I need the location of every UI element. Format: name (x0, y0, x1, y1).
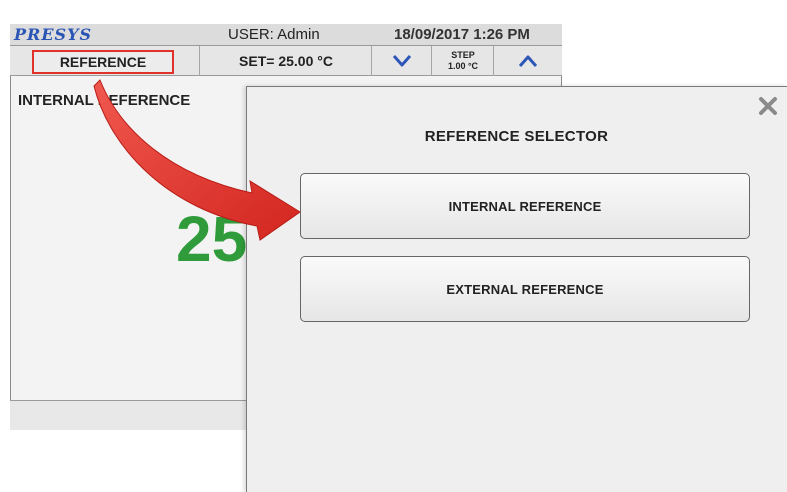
reference-button[interactable]: REFERENCE (32, 50, 174, 74)
datetime-label: 18/09/2017 1:26 PM (394, 26, 530, 43)
step-up-button[interactable] (494, 46, 562, 76)
reference-mode-label: INTERNAL REFERENCE (18, 92, 191, 109)
dialog-title: REFERENCE SELECTOR (424, 128, 609, 145)
step-button[interactable]: STEP 1.00 °C (432, 46, 494, 76)
close-icon (759, 97, 777, 115)
step-down-button[interactable] (372, 46, 432, 76)
chevron-up-icon (519, 55, 537, 67)
presys-logo: PRESYS (14, 25, 93, 44)
external-reference-button[interactable]: EXTERNAL REFERENCE (300, 256, 750, 322)
setpoint-button[interactable]: SET= 25.00 °C (200, 46, 372, 76)
user-label: USER: Admin (228, 26, 320, 43)
internal-reference-label: INTERNAL REFERENCE (448, 198, 602, 214)
external-reference-label: EXTERNAL REFERENCE (446, 281, 604, 297)
step-value: 1.00 °C (447, 61, 479, 71)
step-title: STEP (451, 50, 475, 60)
chevron-down-icon (393, 55, 411, 67)
close-button[interactable] (756, 94, 780, 118)
temperature-reading: 25 (176, 203, 248, 275)
internal-reference-button[interactable]: INTERNAL REFERENCE (300, 173, 750, 239)
